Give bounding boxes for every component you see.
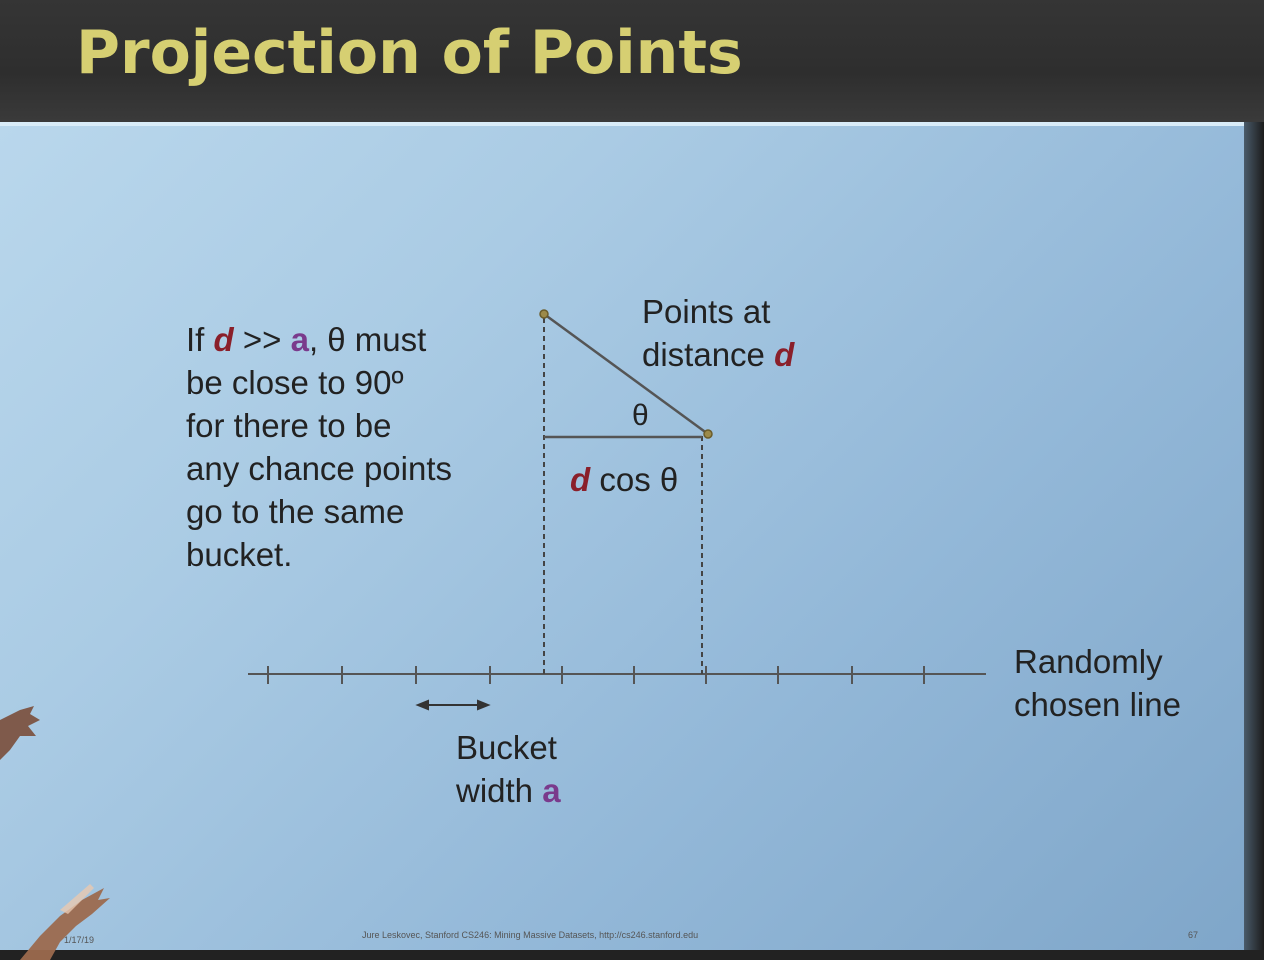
lecture-screen: Projection of Points If d >> a, θ must b… [0,0,1264,960]
point-lower [703,429,713,439]
note-line-5: go to the same [186,493,405,530]
slide-footer: Jure Leskovec, Stanford CS246: Mining Ma… [362,930,699,940]
note-line-6: bucket. [186,536,293,573]
presenter-hand-upper [0,706,40,760]
slide-page-number: 67 [1188,930,1199,940]
points-distance-label: Points at distance d [642,293,795,373]
note-line-2: be close to 90º [186,364,404,401]
bucket-width-arrow [415,699,491,711]
presenter-hand-lower [20,884,110,960]
note-line-3: for there to be [186,407,392,444]
d-cos-theta-label: d cos θ [570,461,679,498]
random-line-label: Randomly chosen line [1014,643,1181,723]
point-upper [539,309,549,319]
theta-label: θ [632,399,649,432]
note-line-1: If d >> a, θ must [186,321,427,358]
note-line-4: any chance points [186,450,453,487]
bucket-width-label: Bucket width a [456,729,561,809]
condition-note: If d >> a, θ must be close to 90º for th… [186,318,452,576]
